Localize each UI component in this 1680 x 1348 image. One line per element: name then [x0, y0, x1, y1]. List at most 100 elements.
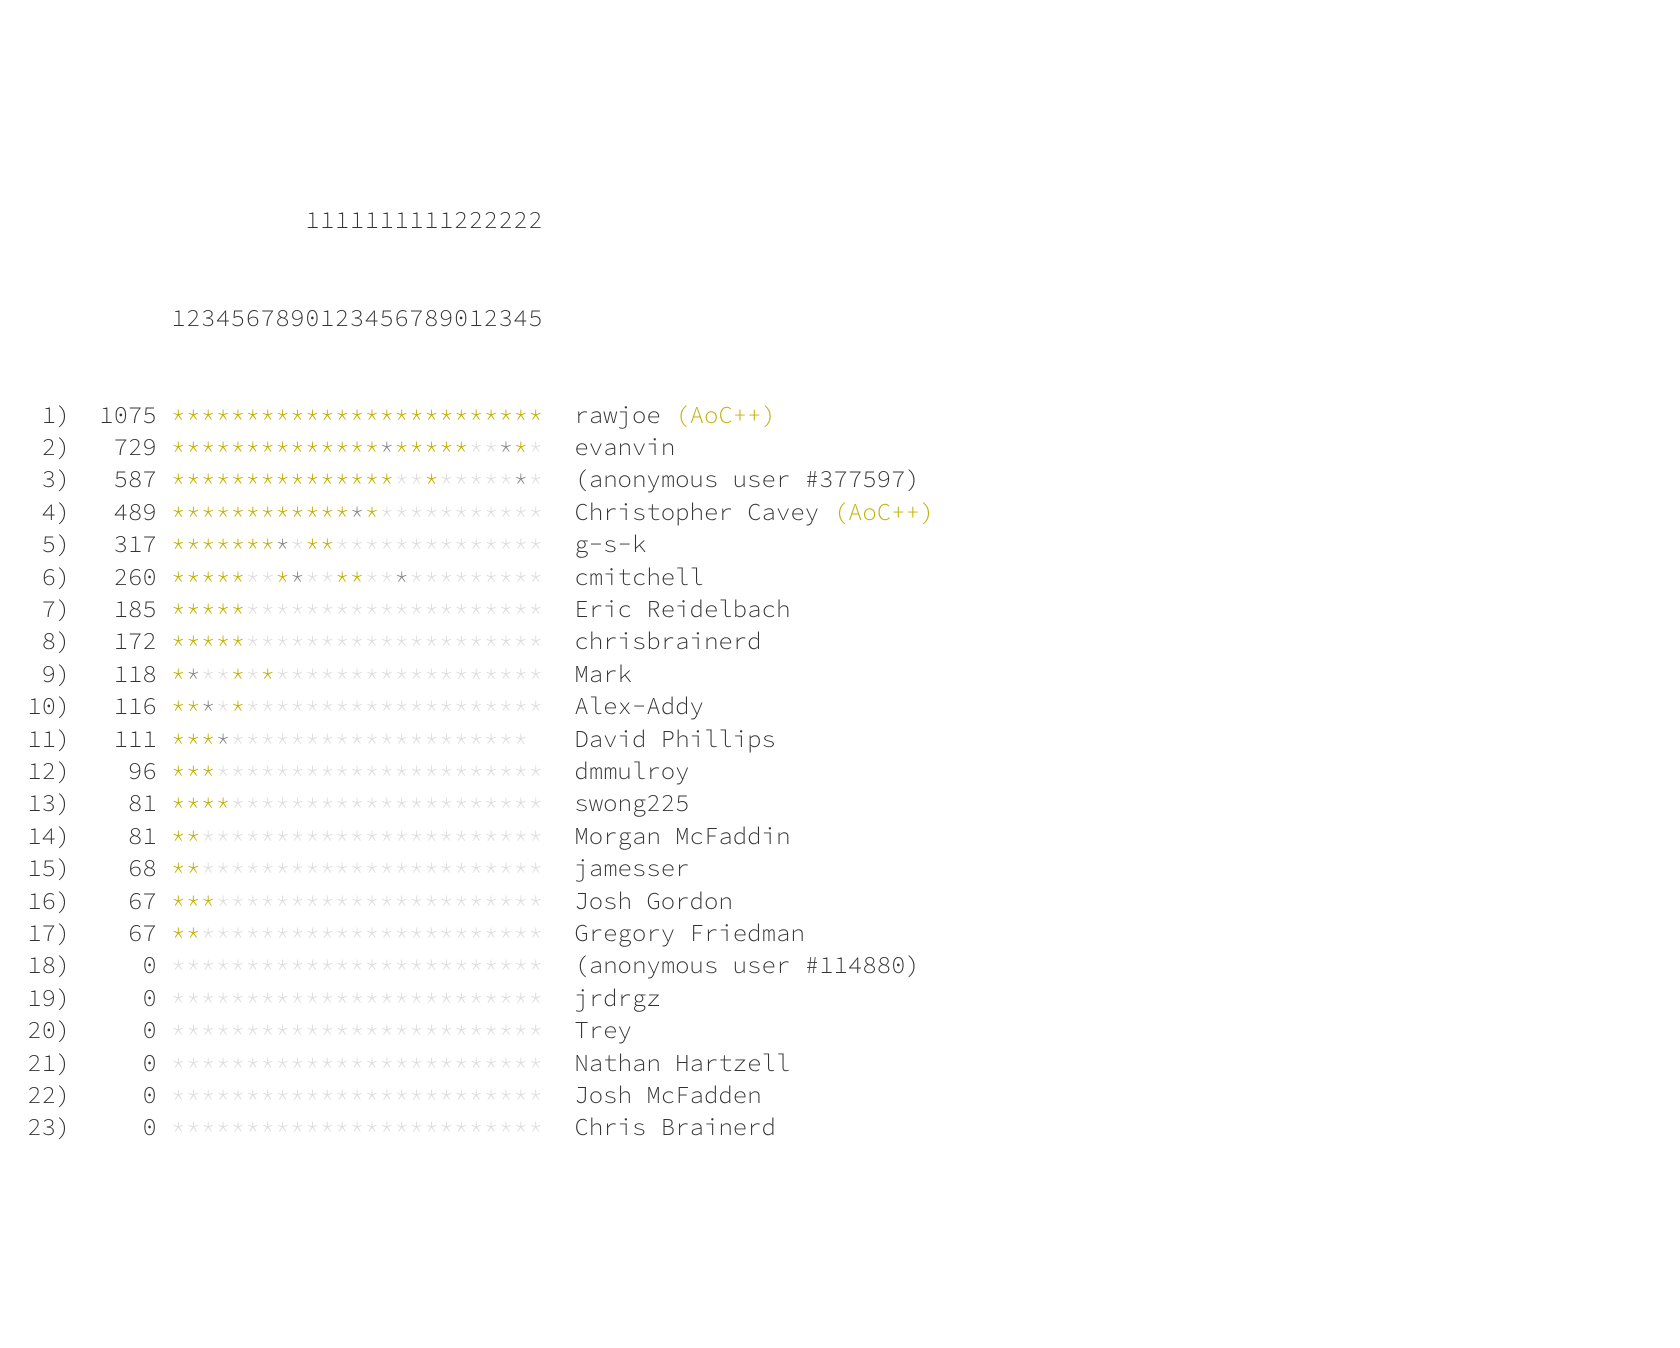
- star-icon: *: [171, 1047, 186, 1078]
- star-icon: *: [171, 561, 186, 592]
- star-icon: *: [499, 949, 514, 980]
- star-icon: *: [261, 399, 276, 430]
- username[interactable]: Chris Brainerd: [574, 1111, 776, 1142]
- star-icon: *: [350, 885, 365, 916]
- rank: 8): [20, 625, 70, 657]
- star-icon: *: [261, 917, 276, 948]
- star-icon: *: [529, 399, 544, 430]
- star-icon: *: [409, 431, 424, 462]
- username[interactable]: Morgan McFaddin: [574, 820, 790, 851]
- supporter-badge[interactable]: (AoC++): [834, 496, 935, 527]
- username[interactable]: Josh McFadden: [574, 1079, 761, 1110]
- star-icon: *: [454, 593, 469, 624]
- star-icon: *: [439, 787, 454, 818]
- score: 67: [70, 917, 156, 949]
- star-icon: *: [186, 787, 201, 818]
- star-icon: *: [365, 593, 380, 624]
- star-icon: *: [216, 1047, 231, 1078]
- star-icon: *: [171, 690, 186, 721]
- star-icon: *: [454, 690, 469, 721]
- username[interactable]: rawjoe: [574, 399, 660, 430]
- star-icon: *: [335, 658, 350, 689]
- username[interactable]: Gregory Friedman: [574, 917, 804, 948]
- star-icon: *: [469, 528, 484, 559]
- star-icon: *: [290, 1014, 305, 1045]
- star-icon: *: [529, 787, 544, 818]
- star-icon: *: [409, 982, 424, 1013]
- star-icon: *: [171, 625, 186, 656]
- star-icon: *: [320, 885, 335, 916]
- star-icon: *: [171, 885, 186, 916]
- username[interactable]: (anonymous user #377597): [574, 463, 920, 494]
- star-icon: *: [529, 1014, 544, 1045]
- stars: *************************: [171, 528, 545, 560]
- day-header-ones: 1234567890123456789012345: [20, 302, 1660, 334]
- leaderboard-row: 2)729*************************evanvin: [20, 431, 1660, 463]
- star-icon: *: [514, 1079, 529, 1110]
- star-icon: *: [514, 723, 529, 754]
- star-icon: *: [529, 885, 544, 916]
- username[interactable]: jamesser: [574, 852, 689, 883]
- username[interactable]: chrisbrainerd: [574, 625, 761, 656]
- username[interactable]: Christopher Cavey: [574, 496, 819, 527]
- star-icon: *: [499, 690, 514, 721]
- star-icon: *: [290, 723, 305, 754]
- supporter-badge[interactable]: (AoC++): [675, 399, 776, 430]
- score: 0: [70, 1079, 156, 1111]
- star-icon: *: [439, 755, 454, 786]
- name-cell: Eric Reidelbach: [546, 593, 791, 625]
- star-icon: *: [514, 852, 529, 883]
- username[interactable]: Josh Gordon: [574, 885, 732, 916]
- star-icon: *: [216, 1079, 231, 1110]
- star-icon: *: [469, 561, 484, 592]
- username[interactable]: dmmulroy: [574, 755, 689, 786]
- star-icon: *: [499, 658, 514, 689]
- username[interactable]: Eric Reidelbach: [574, 593, 790, 624]
- username[interactable]: jrdrgz: [574, 982, 660, 1013]
- leaderboard-row: 20)0*************************Trey: [20, 1014, 1660, 1046]
- star-icon: *: [424, 690, 439, 721]
- star-icon: *: [335, 982, 350, 1013]
- star-icon: *: [454, 431, 469, 462]
- username[interactable]: cmitchell: [574, 561, 704, 592]
- star-icon: *: [424, 528, 439, 559]
- star-icon: *: [499, 593, 514, 624]
- star-icon: *: [320, 820, 335, 851]
- star-icon: *: [305, 399, 320, 430]
- username[interactable]: Nathan Hartzell: [574, 1047, 790, 1078]
- leaderboard-row: 14)81*************************Morgan McF…: [20, 820, 1660, 852]
- star-icon: *: [395, 658, 410, 689]
- username[interactable]: (anonymous user #114880): [574, 949, 920, 980]
- star-icon: *: [171, 755, 186, 786]
- star-icon: *: [261, 755, 276, 786]
- star-icon: *: [261, 787, 276, 818]
- score: 0: [70, 949, 156, 981]
- star-icon: *: [409, 917, 424, 948]
- username[interactable]: Mark: [574, 658, 632, 689]
- star-icon: *: [484, 852, 499, 883]
- star-icon: *: [216, 690, 231, 721]
- username[interactable]: g-s-k: [574, 528, 646, 559]
- name-cell: chrisbrainerd: [546, 625, 762, 657]
- star-icon: *: [469, 658, 484, 689]
- star-icon: *: [484, 885, 499, 916]
- username[interactable]: Trey: [574, 1014, 632, 1045]
- star-icon: *: [469, 593, 484, 624]
- star-icon: *: [305, 593, 320, 624]
- star-icon: *: [171, 787, 186, 818]
- star-icon: *: [201, 982, 216, 1013]
- username[interactable]: Alex-Addy: [574, 690, 704, 721]
- username[interactable]: swong225: [574, 787, 689, 818]
- star-icon: *: [201, 723, 216, 754]
- star-icon: *: [514, 561, 529, 592]
- star-icon: *: [246, 755, 261, 786]
- star-icon: *: [365, 658, 380, 689]
- rank: 2): [20, 431, 70, 463]
- username[interactable]: David Phillips: [574, 723, 776, 754]
- star-icon: *: [305, 658, 320, 689]
- star-icon: *: [171, 852, 186, 883]
- rank: 11): [20, 723, 70, 755]
- star-icon: *: [231, 690, 246, 721]
- username[interactable]: evanvin: [574, 431, 675, 462]
- star-icon: *: [290, 431, 305, 462]
